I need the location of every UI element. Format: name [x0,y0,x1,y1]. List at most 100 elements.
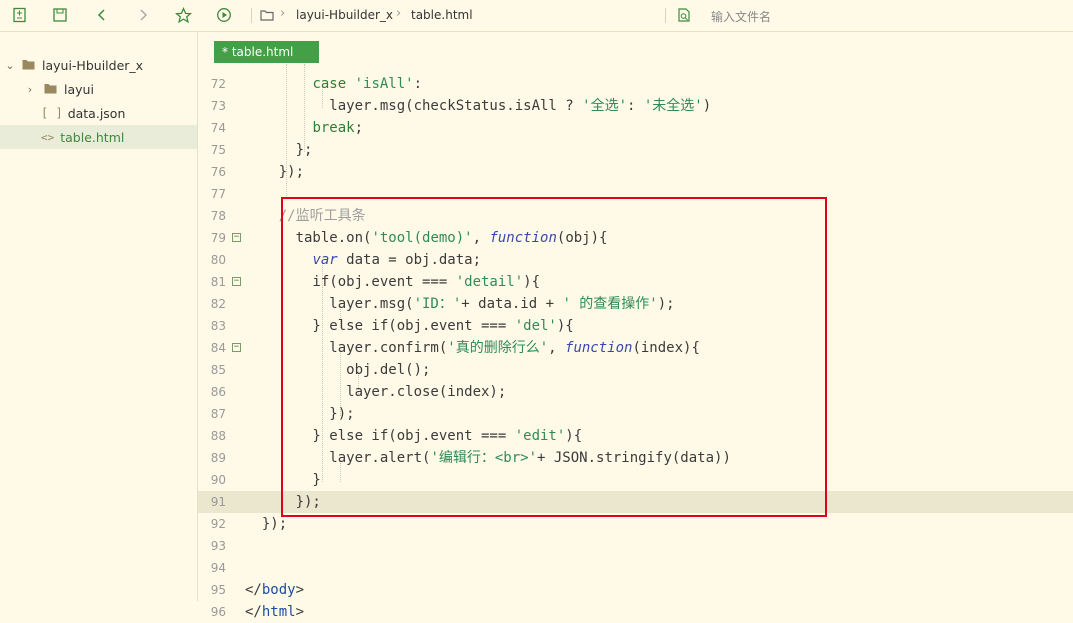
code-text: layer.confirm('真的删除行么', function(index){ [245,340,700,356]
project-explorer: ⌄ layui-Hbuilder_x › layui [ ] data.json… [0,32,198,601]
tree-item-label: layui-Hbuilder_x [42,57,144,73]
code-line[interactable]: 89 layer.alert('编辑行：<br>'+ JSON.stringif… [198,447,1073,469]
code-text: layer.alert('编辑行：<br>'+ JSON.stringify(d… [245,450,731,466]
tree-item-label: layui [64,81,94,97]
code-line[interactable]: 94 [198,557,1073,579]
json-file-icon: [ ] [41,106,63,120]
line-number: 93 [210,539,226,553]
line-number: 90 [210,473,226,487]
line-number: 87 [210,407,226,421]
star-icon[interactable] [174,6,192,24]
code-text: }); [245,516,288,532]
code-text: break; [312,120,364,136]
code-line[interactable]: 78 //监听工具条 [198,205,1073,227]
line-number: 74 [210,121,226,135]
code-line[interactable]: 75 }; [198,139,1073,161]
folder-icon [22,58,35,73]
code-text: layer.msg(checkStatus.isAll ? '全选': '未全选… [245,98,712,114]
folder-icon [44,82,57,97]
code-text: //监听工具条 [245,208,366,224]
save-icon[interactable] [51,6,69,24]
line-number: 78 [210,209,226,223]
code-line[interactable]: 95 </body> [198,579,1073,601]
code-text: }); [245,164,305,180]
tab-bar: * table.html [198,32,1073,64]
line-number: 82 [210,297,226,311]
html-file-icon: <> [41,130,55,144]
line-number: 73 [210,99,226,113]
tree-item-label: table.html [60,129,125,145]
code-line[interactable]: 83 } else if(obj.event === 'del'){ [198,315,1073,337]
fold-toggle-icon[interactable]: − [232,343,241,352]
code-text: } [245,472,321,488]
code-editor[interactable]: 72 case 'isAll': 73 layer.msg(checkStatus… [198,64,1073,620]
back-icon[interactable] [93,6,111,24]
tree-item-project[interactable]: ⌄ layui-Hbuilder_x [0,53,197,77]
code-line[interactable]: 90 } [198,469,1073,491]
line-number: 95 [210,583,226,597]
fold-toggle-icon[interactable]: − [232,233,241,242]
code-line[interactable]: 73 layer.msg(checkStatus.isAll ? '全选': '… [198,95,1073,117]
code-text: table.on('tool(demo)', function(obj){ [245,230,608,246]
line-number: 92 [210,517,226,531]
code-line[interactable]: 91 }); [198,491,1073,513]
code-text: var data = obj.data; [312,252,482,268]
file-search-input[interactable]: 输入文件名 [711,8,771,25]
line-number: 79 [210,231,226,245]
line-number: 72 [210,77,226,91]
line-number: 96 [210,605,226,619]
breadcrumb-separator: › [396,6,402,21]
code-text: </body> [245,582,305,598]
code-line[interactable]: 79− table.on('tool(demo)', function(obj)… [198,227,1073,249]
code-line[interactable]: 81− if(obj.event === 'detail'){ [198,271,1073,293]
line-number: 80 [210,253,226,267]
code-text: layer.close(index); [245,384,507,400]
line-number: 86 [210,385,226,399]
code-line[interactable]: 92 }); [198,513,1073,535]
code-line[interactable]: 86 layer.close(index); [198,381,1073,403]
code-line[interactable]: 84− layer.confirm('真的删除行么', function(ind… [198,337,1073,359]
run-icon[interactable] [215,6,233,24]
tree-item-data-json[interactable]: [ ] data.json [0,101,197,125]
code-text: layer.msg('ID：'+ data.id + ' 的查看操作'); [245,296,675,312]
code-line[interactable]: 85 obj.del(); [198,359,1073,381]
code-text: }); [245,406,355,422]
code-line[interactable]: 74 break; [198,117,1073,139]
new-file-icon[interactable] [11,6,29,24]
tree-item-table-html[interactable]: <> table.html [0,125,197,149]
fold-toggle-icon[interactable]: − [232,277,241,286]
code-text: }); [245,494,321,510]
code-line[interactable]: 77 [198,183,1073,205]
code-text: case 'isAll': [312,76,423,92]
code-line[interactable]: 76 }); [198,161,1073,183]
line-number: 75 [210,143,226,157]
tree-item-layui[interactable]: › layui [0,77,197,101]
line-number: 81 [210,275,226,289]
code-line[interactable]: 72 case 'isAll': [198,73,1073,95]
code-line[interactable]: 93 [198,535,1073,557]
line-number: 91 [210,495,226,509]
code-text: obj.del(); [245,362,431,378]
toolbar: › layui-Hbuilder_x › table.html 输入文件名 [0,0,1073,32]
chevron-right-icon[interactable]: › [24,83,36,96]
tab-table-html[interactable]: * table.html [214,41,319,63]
breadcrumb-file[interactable]: table.html [411,8,473,22]
code-line[interactable]: 82 layer.msg('ID：'+ data.id + ' 的查看操作'); [198,293,1073,315]
code-text: }; [245,142,313,158]
line-number: 88 [210,429,226,443]
code-line[interactable]: 80 var data = obj.data; [198,249,1073,271]
code-text: } else if(obj.event === 'edit'){ [245,428,583,444]
tree-item-label: data.json [67,105,126,121]
find-in-file-icon[interactable] [675,6,693,24]
line-number: 94 [210,561,226,575]
breadcrumb-project[interactable]: layui-Hbuilder_x [296,8,393,22]
line-number: 85 [210,363,226,377]
code-line[interactable]: 96 </html> [198,601,1073,623]
line-number: 83 [210,319,226,333]
forward-icon[interactable] [134,6,152,24]
line-number: 77 [210,187,226,201]
code-line[interactable]: 88 } else if(obj.event === 'edit'){ [198,425,1073,447]
code-line[interactable]: 87 }); [198,403,1073,425]
code-text: } else if(obj.event === 'del'){ [245,318,574,334]
chevron-down-icon[interactable]: ⌄ [4,59,16,72]
